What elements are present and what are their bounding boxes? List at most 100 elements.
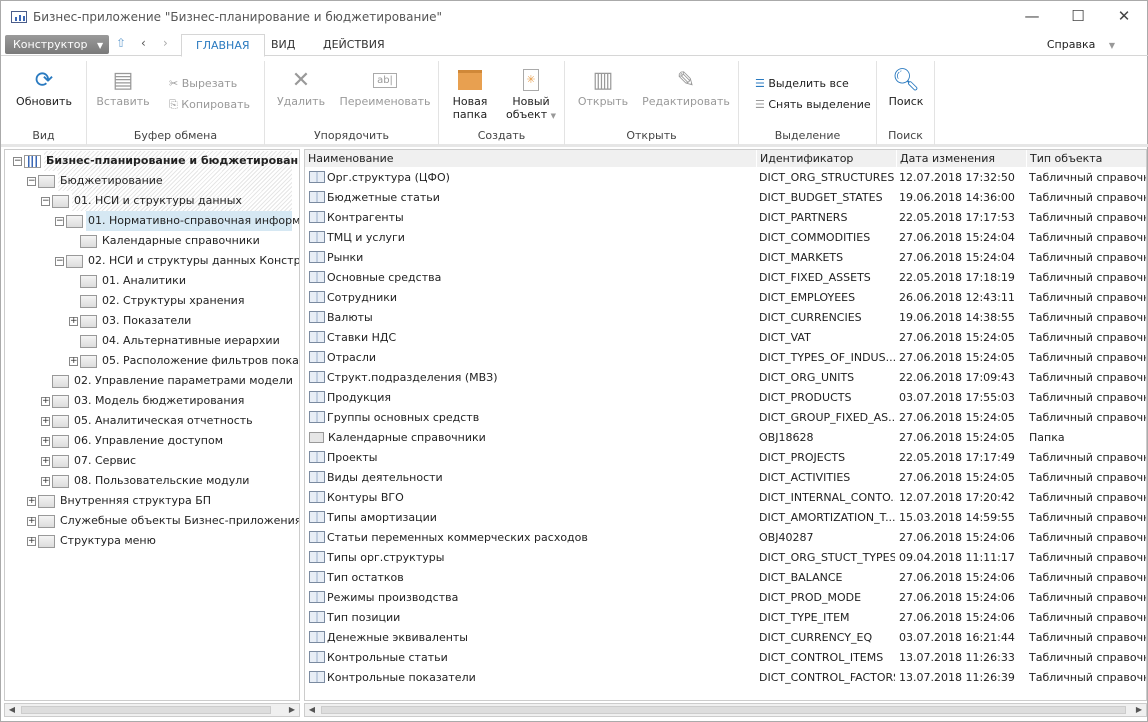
tree-item[interactable]: +08. Пользовательские модули (41, 471, 251, 491)
close-button[interactable]: ✕ (1101, 5, 1147, 29)
expand-icon[interactable]: + (27, 516, 36, 526)
tree-item[interactable]: +06. Управление доступом (41, 431, 225, 451)
table-row[interactable]: Контуры ВГО DICT_INTERNAL_CONTO... 12.07.2… (305, 488, 1146, 508)
tab-view[interactable]: ВИД (257, 34, 309, 57)
table-row[interactable]: Сотрудники DICT_EMPLOYEES 26.06.2018 12:43… (305, 288, 1146, 308)
expand-icon[interactable]: + (41, 416, 50, 426)
expand-icon[interactable]: + (41, 396, 50, 406)
refresh-button[interactable]: ⟳ Обновить (9, 65, 79, 108)
tree-item[interactable]: − 02. НСИ и структуры данных Конструктора (55, 251, 299, 271)
collapse-icon[interactable]: − (13, 156, 22, 166)
column-name[interactable]: Наименование (305, 150, 756, 168)
table-row[interactable]: Проекты DICT_PROJECTS 22.05.2018 17:17:49 Т… (305, 448, 1146, 468)
table-row[interactable]: Ставки НДС DICT_VAT 27.06.2018 15:24:05 Таб… (305, 328, 1146, 348)
new-folder-button[interactable]: Новая папка (445, 65, 495, 121)
tree-horizontal-scrollbar[interactable]: ◀ ▶ (4, 703, 300, 717)
new-object-button[interactable]: ✳ Новый объект ▼ (501, 65, 561, 123)
tree-item[interactable]: 02. Структуры хранения (69, 291, 246, 311)
back-icon[interactable]: ‹ (141, 36, 146, 50)
up-icon[interactable]: ⇧ (116, 36, 126, 50)
object-tree[interactable]: − Бизнес-планирование и бюджетирование − Бю… (4, 149, 300, 701)
tree-item[interactable]: 04. Альтернативные иерархии (69, 331, 282, 351)
scroll-left-icon[interactable]: ◀ (305, 704, 319, 716)
table-row[interactable]: Виды деятельности DICT_ACTIVITIES 27.06.20… (305, 468, 1146, 488)
table-row[interactable]: Структ.подразделения (МВЗ) DICT_ORG_UNITS… (305, 368, 1146, 388)
tree-item[interactable]: − Бизнес-планирование и бюджетирование (13, 151, 299, 171)
objects-table[interactable]: Наименование Идентификатор Дата изменени… (304, 149, 1147, 701)
table-row[interactable]: Тип позиции DICT_TYPE_ITEM 27.06.2018 15:2… (305, 608, 1146, 628)
column-id[interactable]: Идентификатор (756, 150, 896, 168)
column-date[interactable]: Дата изменения (896, 150, 1026, 168)
collapse-icon[interactable]: − (55, 216, 64, 226)
paste-button[interactable]: ▤ Вставить (93, 65, 153, 108)
expand-icon[interactable]: + (41, 456, 50, 466)
tree-item[interactable]: 02. Управление параметрами модели (41, 371, 295, 391)
scroll-right-icon[interactable]: ▶ (1132, 704, 1146, 716)
tree-item[interactable]: − Бюджетирование (27, 171, 292, 191)
help-menu[interactable]: Справка ▼ (1047, 38, 1115, 51)
mode-dropdown[interactable]: Конструктор ▼ (5, 35, 109, 54)
expand-icon[interactable]: + (69, 316, 78, 326)
search-button[interactable]: 🔍︎ Поиск (881, 65, 931, 108)
name-cell: Контрольные показатели (309, 668, 754, 688)
tree-item[interactable]: 01. Аналитики (69, 271, 188, 291)
table-row[interactable]: Тип остатков DICT_BALANCE 27.06.2018 15:24… (305, 568, 1146, 588)
rename-button[interactable]: ab| Переименовать (339, 65, 431, 108)
collapse-icon[interactable]: − (41, 196, 50, 206)
table-row[interactable]: Продукция DICT_PRODUCTS 03.07.2018 17:55:0… (305, 388, 1146, 408)
tree-item[interactable]: +03. Показатели (69, 311, 193, 331)
table-row[interactable]: Типы амортизации DICT_AMORTIZATION_T... 15… (305, 508, 1146, 528)
table-row[interactable]: Контрагенты DICT_PARTNERS 22.05.2018 17:17… (305, 208, 1146, 228)
tree-item[interactable]: +03. Модель бюджетирования (41, 391, 246, 411)
collapse-icon[interactable]: − (55, 256, 64, 266)
collapse-icon[interactable]: − (27, 176, 36, 186)
deselect-button[interactable]: ☰ Снять выделение (755, 98, 871, 111)
column-type[interactable]: Тип объекта (1026, 150, 1146, 168)
table-horizontal-scrollbar[interactable]: ◀ ▶ (304, 703, 1147, 717)
table-row[interactable]: Календарные справочники OBJ18628 27.06.201… (305, 428, 1146, 448)
open-button[interactable]: ▥ Открыть (573, 65, 633, 108)
tree-item[interactable]: − 01. НСИ и структуры данных (41, 191, 292, 211)
table-row[interactable]: Типы орг.структуры DICT_ORG_STUCT_TYPES 09… (305, 548, 1146, 568)
minimize-button[interactable]: — (1009, 5, 1055, 29)
copy-button[interactable]: ⎘ Копировать (169, 98, 250, 112)
select-all-button[interactable]: ☰ Выделить все (755, 77, 849, 90)
expand-icon[interactable]: + (27, 536, 36, 546)
tree-item[interactable]: +05. Аналитическая отчетность (41, 411, 255, 431)
table-row[interactable]: Контрольные статьи DICT_CONTROL_ITEMS 13.0… (305, 648, 1146, 668)
tree-item[interactable]: + Внутренняя структура БП (27, 491, 213, 511)
scroll-thumb[interactable] (321, 706, 1126, 714)
delete-button[interactable]: ✕ Удалить (271, 65, 331, 108)
table-row[interactable]: Валюты DICT_CURRENCIES 19.06.2018 14:38:55… (305, 308, 1146, 328)
tree-item[interactable]: − 01. Нормативно-справочная информация (55, 211, 299, 231)
table-row[interactable]: Орг.структура (ЦФО) DICT_ORG_STRUCTURES 12… (305, 168, 1146, 188)
scroll-right-icon[interactable]: ▶ (285, 704, 299, 716)
table-row[interactable]: Группы основных средств DICT_GROUP_FIXED_… (305, 408, 1146, 428)
tree-item[interactable]: +05. Расположение фильтров показателей (69, 351, 299, 371)
expand-icon[interactable]: + (41, 476, 50, 486)
table-row[interactable]: Бюджетные статьи DICT_BUDGET_STATES 19.06.… (305, 188, 1146, 208)
expand-icon[interactable]: + (27, 496, 36, 506)
table-row[interactable]: ТМЦ и услуги DICT_COMMODITIES 27.06.2018 1… (305, 228, 1146, 248)
expand-icon[interactable]: + (41, 436, 50, 446)
table-row[interactable]: Рынки DICT_MARKETS 27.06.2018 15:24:04 Табл… (305, 248, 1146, 268)
tree-item[interactable]: + Служебные объекты Бизнес-приложения (ск… (27, 511, 299, 531)
table-row[interactable]: Статьи переменных коммерческих расходов O… (305, 528, 1146, 548)
cut-button[interactable]: ✂ Вырезать (169, 77, 237, 90)
table-row[interactable]: Денежные эквиваленты DICT_CURRENCY_EQ 03.0… (305, 628, 1146, 648)
table-row[interactable]: Контрольные показатели DICT_CONTROL_FACTO… (305, 668, 1146, 688)
tab-home[interactable]: ГЛАВНАЯ (181, 34, 265, 57)
scroll-left-icon[interactable]: ◀ (5, 704, 19, 716)
tree-item[interactable]: Календарные справочники (69, 231, 262, 251)
table-row[interactable]: Основные средства DICT_FIXED_ASSETS 22.05.… (305, 268, 1146, 288)
tab-actions[interactable]: ДЕЙСТВИЯ (309, 34, 399, 57)
expand-icon[interactable]: + (69, 356, 78, 366)
tree-item[interactable]: +07. Сервис (41, 451, 138, 471)
table-row[interactable]: Режимы производства DICT_PROD_MODE 27.06.2… (305, 588, 1146, 608)
tree-item[interactable]: + Структура меню (27, 531, 158, 551)
scroll-thumb[interactable] (21, 706, 271, 714)
table-row[interactable]: Отрасли DICT_TYPES_OF_INDUS... 27.06.2018 … (305, 348, 1146, 368)
forward-icon[interactable]: › (163, 36, 168, 50)
edit-button[interactable]: ✎ Редактировать (641, 65, 731, 108)
maximize-button[interactable]: ☐ (1055, 5, 1101, 29)
